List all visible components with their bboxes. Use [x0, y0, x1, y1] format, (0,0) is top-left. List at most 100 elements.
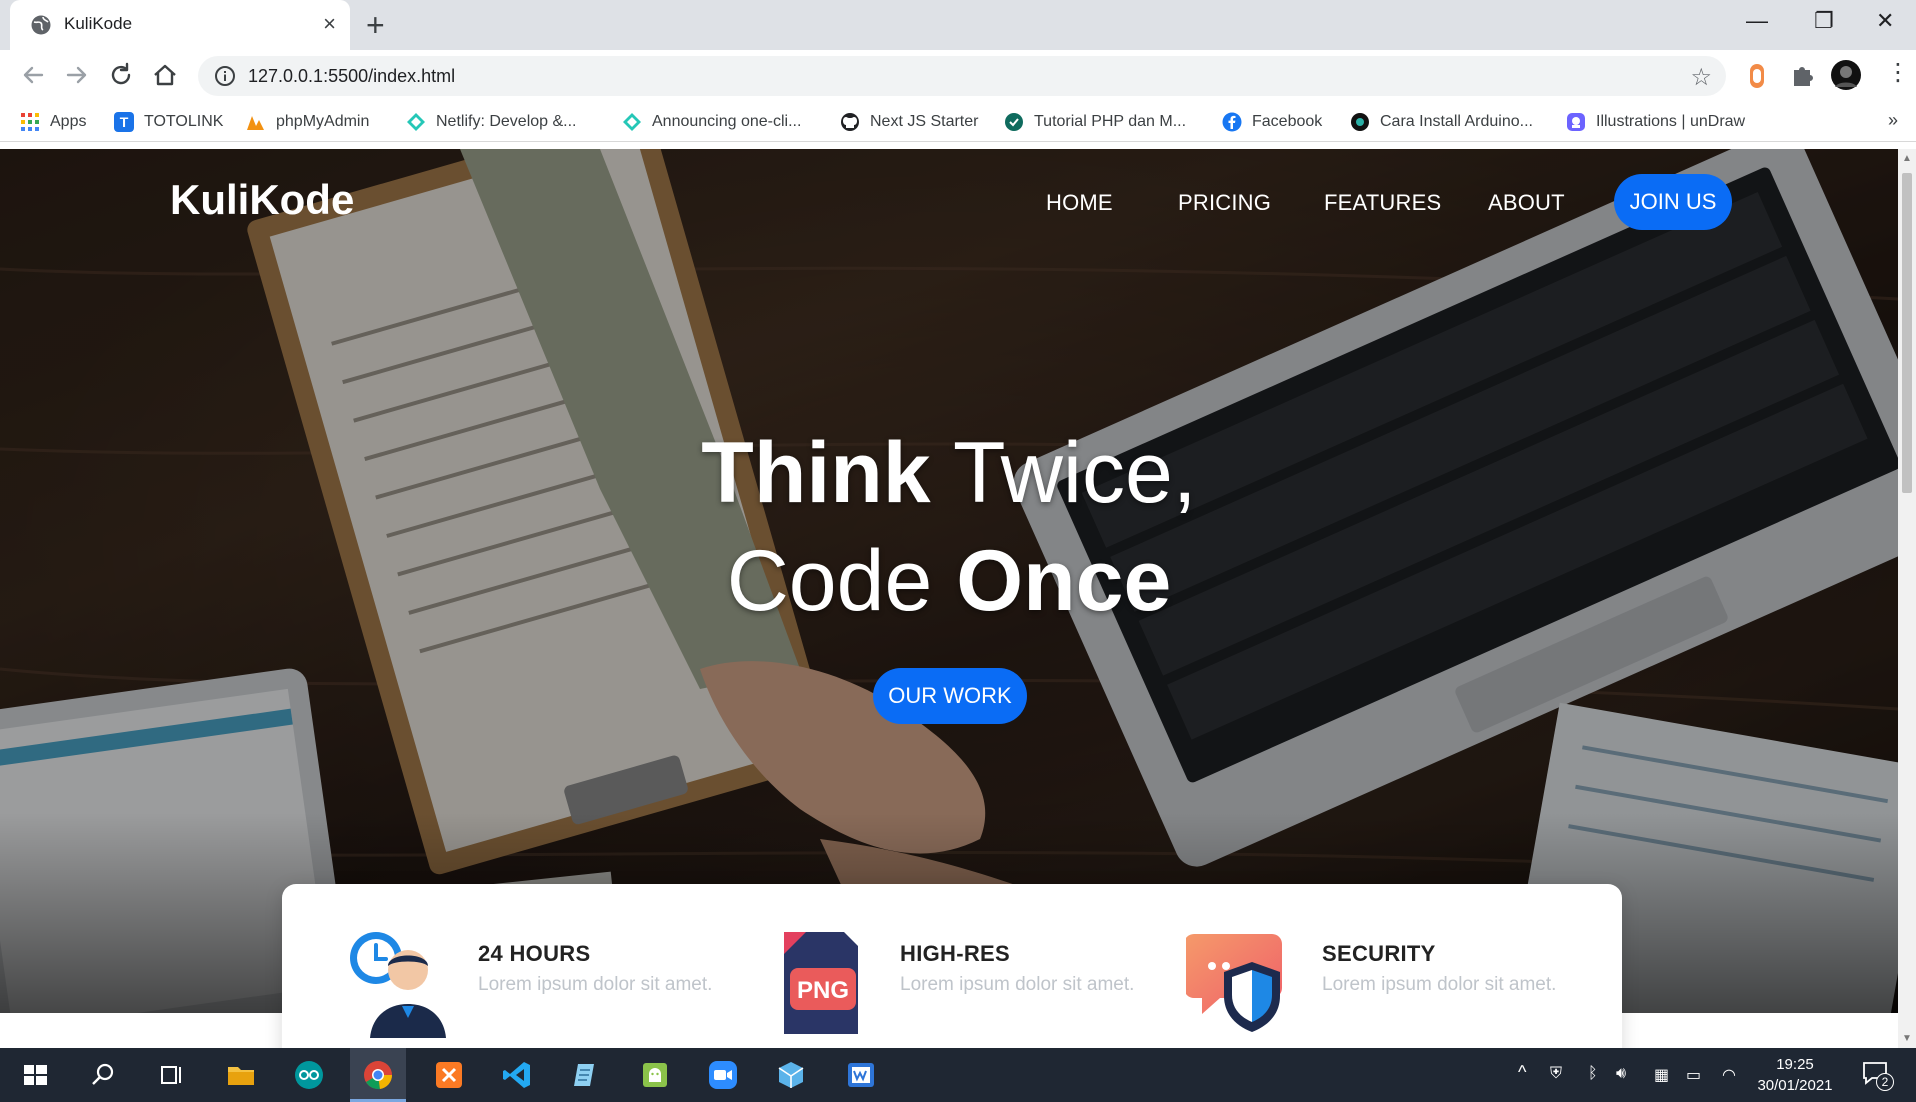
browser-toolbar: 127.0.0.1:5500/index.html ☆ ⋮ — [0, 50, 1916, 102]
our-work-button[interactable]: OUR WORK — [873, 668, 1027, 724]
netlify-icon — [407, 113, 425, 131]
headline-line-1: Think Twice, — [0, 419, 1898, 527]
security-shield-icon — [1186, 934, 1282, 1032]
whiteboard-icon[interactable] — [846, 1060, 876, 1090]
windows-update-icon[interactable]: ▦ — [1654, 1065, 1669, 1085]
xampp-icon[interactable] — [434, 1060, 464, 1090]
arduino-icon[interactable] — [294, 1060, 324, 1090]
close-window-icon[interactable]: ✕ — [1876, 8, 1894, 34]
forward-arrow-icon[interactable] — [62, 60, 92, 90]
bookmark-label: Facebook — [1252, 113, 1323, 130]
headline-think: Think — [701, 425, 931, 521]
home-icon[interactable] — [150, 60, 180, 90]
feature-description: Lorem ipsum dolor sit amet. — [478, 974, 713, 995]
feature-24-hours: 24 HOURS Lorem ipsum dolor sit amet. — [342, 928, 742, 1038]
brand-logo[interactable]: KuliKode — [170, 176, 354, 224]
back-arrow-icon[interactable] — [18, 60, 48, 90]
bookmark-announcing[interactable]: Announcing one-cli... — [622, 111, 801, 133]
bookmarks-overflow-icon[interactable]: » — [1888, 110, 1898, 131]
vscode-icon[interactable] — [502, 1060, 532, 1090]
restore-icon[interactable]: ❐ — [1814, 8, 1834, 34]
totolink-icon: T — [114, 112, 134, 132]
search-icon[interactable] — [88, 1060, 118, 1090]
feature-title: 24 HOURS — [478, 941, 591, 966]
chrome-icon[interactable] — [363, 1060, 393, 1090]
tray-overflow-icon[interactable]: ^ — [1518, 1062, 1526, 1083]
tab-close-icon[interactable]: × — [323, 11, 336, 37]
windows-taskbar: ^ ⛨ ᛒ 🔊︎ ▦ ▭ ◠ 19:25 30/01/2021 2 — [0, 1048, 1916, 1102]
bookmark-nextjs[interactable]: Next JS Starter — [840, 111, 978, 133]
page-scrollbar[interactable]: ▲ ▼ — [1898, 149, 1916, 1048]
wifi-icon[interactable]: ◠ — [1722, 1065, 1736, 1085]
scroll-down-icon[interactable]: ▼ — [1902, 1033, 1912, 1044]
battery-icon[interactable]: ▭ — [1686, 1065, 1701, 1085]
address-bar[interactable]: 127.0.0.1:5500/index.html ☆ — [198, 56, 1726, 96]
reload-icon[interactable] — [106, 60, 136, 90]
netlify-icon — [623, 113, 641, 131]
taskbar-clock[interactable]: 19:25 30/01/2021 — [1750, 1054, 1840, 1096]
url-text[interactable]: 127.0.0.1:5500/index.html — [248, 66, 455, 87]
task-view-icon[interactable] — [156, 1060, 186, 1090]
minimize-icon[interactable]: — — [1746, 8, 1768, 34]
tab-title: KuliKode — [64, 14, 133, 33]
png-file-icon: PNG — [784, 932, 858, 1034]
bookmark-label: Netlify: Develop &... — [436, 113, 577, 130]
scrollbar-thumb[interactable] — [1902, 173, 1912, 493]
feature-title: SECURITY — [1322, 941, 1436, 966]
tray-security-icon[interactable]: ⛨ — [1550, 1065, 1562, 1083]
info-icon[interactable] — [214, 65, 236, 87]
nav-about[interactable]: ABOUT — [1488, 190, 1565, 216]
notepad-icon[interactable] — [570, 1060, 600, 1090]
bookmark-label: Announcing one-cli... — [652, 113, 802, 130]
bookmark-apps[interactable]: Apps — [20, 111, 86, 133]
join-us-button[interactable]: JOIN US — [1614, 174, 1732, 230]
bookmark-tutorial-php[interactable]: Tutorial PHP dan M... — [1004, 111, 1186, 133]
site-icon — [1351, 113, 1369, 131]
new-tab-button[interactable]: + — [366, 9, 385, 41]
virtualbox-cube-icon[interactable] — [776, 1060, 806, 1090]
phpmyadmin-icon — [247, 116, 264, 130]
file-explorer-icon[interactable] — [226, 1060, 256, 1090]
volume-icon[interactable]: 🔊︎ — [1616, 1065, 1626, 1083]
feature-title: HIGH-RES — [900, 941, 1010, 966]
zoom-icon[interactable] — [708, 1060, 738, 1090]
nav-features[interactable]: FEATURES — [1324, 190, 1441, 216]
feature-high-res: PNG HIGH-RES Lorem ipsum dolor sit amet. — [764, 928, 1164, 1038]
features-card: 24 HOURS Lorem ipsum dolor sit amet. PNG… — [282, 884, 1622, 1048]
bookmark-totolink[interactable]: T TOTOLINK — [114, 111, 223, 133]
bookmark-netlify[interactable]: Netlify: Develop &... — [406, 111, 577, 133]
bookmark-label: Apps — [50, 113, 87, 130]
bookmark-facebook[interactable]: Facebook — [1222, 111, 1322, 133]
feature-description: Lorem ipsum dolor sit amet. — [900, 974, 1135, 995]
bookmark-label: Illustrations | unDraw — [1596, 113, 1746, 130]
site-icon — [1005, 113, 1023, 131]
windows-start-icon[interactable] — [20, 1060, 50, 1090]
nav-pricing[interactable]: PRICING — [1178, 190, 1271, 216]
bookmarks-bar: Apps T TOTOLINK phpMyAdmin Netlify: Deve… — [0, 102, 1916, 142]
bookmark-arduino[interactable]: Cara Install Arduino... — [1350, 111, 1533, 133]
bookmark-label: Cara Install Arduino... — [1380, 113, 1533, 130]
headline-code: Code — [726, 533, 957, 629]
extension-flask-icon[interactable] — [1744, 61, 1770, 91]
bookmark-star-icon[interactable]: ☆ — [1690, 63, 1712, 92]
scroll-up-icon[interactable]: ▲ — [1902, 153, 1912, 164]
bookmark-phpmyadmin[interactable]: phpMyAdmin — [246, 111, 369, 133]
headline-line-2: Code Once — [0, 527, 1898, 635]
nav-home[interactable]: HOME — [1046, 190, 1113, 216]
menu-kebab-icon[interactable]: ⋮ — [1886, 58, 1910, 87]
browser-tabstrip: KuliKode × + — ❐ ✕ — [0, 0, 1916, 50]
bookmark-label: Tutorial PHP dan M... — [1034, 113, 1187, 130]
notification-count-badge: 2 — [1876, 1073, 1894, 1091]
bluetooth-icon[interactable]: ᛒ — [1588, 1065, 1598, 1083]
browser-tab-active[interactable]: KuliKode × — [10, 0, 350, 50]
android-studio-icon[interactable] — [640, 1060, 670, 1090]
headline-once: Once — [956, 533, 1172, 629]
undraw-icon — [1567, 113, 1585, 131]
profile-avatar-icon[interactable] — [1830, 59, 1862, 91]
notification-center-icon[interactable]: 2 — [1862, 1061, 1896, 1091]
extensions-puzzle-icon[interactable] — [1788, 61, 1816, 89]
feature-description: Lorem ipsum dolor sit amet. — [1322, 974, 1557, 995]
globe-icon — [31, 15, 51, 35]
facebook-icon — [1222, 112, 1242, 132]
bookmark-undraw[interactable]: Illustrations | unDraw — [1566, 111, 1745, 133]
